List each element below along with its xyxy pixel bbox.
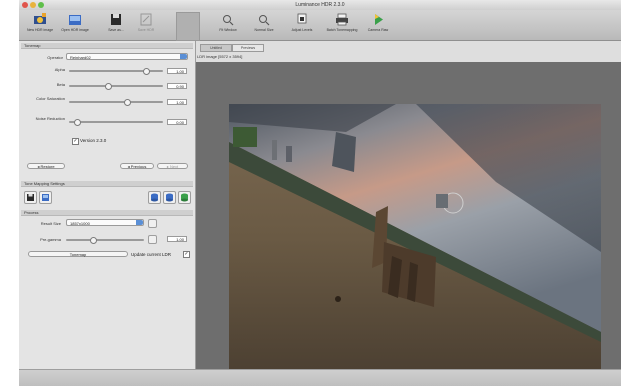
fill-window-button[interactable]	[176, 12, 200, 41]
param-label: Noise Reduction	[35, 116, 65, 121]
new-hdr-icon	[34, 13, 46, 24]
operator-label: Operator	[47, 55, 63, 60]
checkmark-icon: ✓	[184, 251, 189, 257]
save-as-button[interactable]: Save as...	[99, 12, 133, 38]
tonemap-section-header: Tonemap	[21, 43, 193, 49]
close-window-button[interactable]	[22, 2, 28, 8]
load-settings-button[interactable]	[39, 191, 52, 204]
save-icon	[27, 194, 34, 201]
image-area: Untitled Previews LDR image [5572 x 3594…	[196, 41, 621, 373]
chevron-down-icon	[180, 54, 187, 59]
zoom-fit-icon	[223, 15, 234, 26]
pregamma-value-field[interactable]: 1.00	[167, 236, 187, 242]
minimize-window-button[interactable]	[30, 2, 36, 8]
chevron-down-icon	[136, 220, 143, 225]
database-add-icon	[181, 193, 188, 202]
param-slider[interactable]	[69, 98, 163, 106]
riverside-buildings	[436, 194, 448, 208]
fit-window-button[interactable]: Fit Window	[211, 12, 245, 38]
param-slider[interactable]	[69, 118, 163, 126]
image-viewport[interactable]	[196, 62, 621, 373]
tonemap-button[interactable]: Tonemap	[28, 251, 128, 257]
zoom-window-button[interactable]	[38, 2, 44, 8]
levels-icon	[297, 13, 307, 24]
tab-previews[interactable]: Previews	[232, 44, 264, 52]
param-slider-knob[interactable]	[105, 82, 113, 90]
printer-icon	[336, 13, 348, 26]
save-hdr-icon	[140, 13, 152, 26]
save-hdr-button[interactable]: Save HDR	[129, 12, 163, 38]
open-hdr-icon	[69, 15, 81, 25]
operator-select[interactable]: Reinhard02	[66, 53, 188, 60]
param-label: Alpha	[54, 67, 65, 72]
param-slider-knob[interactable]	[143, 67, 151, 75]
param-value-field[interactable]: 0.90	[167, 83, 187, 89]
save-icon	[111, 14, 121, 25]
normal-size-button[interactable]: Normal Size	[247, 12, 281, 38]
version-label: Version 2.3.0	[80, 138, 107, 143]
tab-untitled[interactable]: Untitled	[200, 44, 232, 52]
pregamma-label: Pre-gamma	[40, 237, 61, 242]
adjust-levels-button[interactable]: Adjust Levels	[285, 12, 319, 38]
param-slider-knob[interactable]	[124, 98, 132, 106]
title-bar: Luminance HDR 2.3.0	[19, 0, 621, 10]
result-size-info-button[interactable]	[148, 219, 157, 228]
batch-tonemapping-button[interactable]: Batch Tonemapping	[325, 12, 359, 38]
pregamma-reset-button[interactable]	[148, 235, 157, 244]
trees	[233, 127, 257, 147]
hdr-photo	[229, 104, 601, 373]
database-icon	[151, 193, 158, 202]
new-hdr-button[interactable]: New HDR image	[23, 12, 57, 38]
restore-button[interactable]: ◂ Restore	[27, 163, 65, 169]
checkmark-icon: ✓	[73, 138, 78, 144]
status-bar	[19, 369, 621, 386]
result-size-label: Result Size	[40, 221, 61, 226]
window-title: Luminance HDR 2.3.0	[295, 2, 345, 8]
param-value-field[interactable]: 1.00	[167, 68, 187, 74]
param-slider-knob[interactable]	[73, 118, 81, 126]
zoom-normal-icon	[259, 15, 270, 26]
camera-raw-button[interactable]: Camera Raw	[361, 12, 395, 38]
tall-tower	[332, 132, 356, 172]
update-ldr-checkbox[interactable]: ✓	[183, 251, 190, 258]
app-window: Luminance HDR 2.3.0 New HDR image Open H…	[19, 0, 621, 386]
param-slider[interactable]	[69, 82, 163, 90]
tonemap-panel: Tonemap Operator Reinhard02 Alpha 1.00 Bet…	[19, 41, 196, 369]
tower-small	[272, 140, 277, 160]
next-button[interactable]: ▸ Next	[157, 163, 188, 169]
pregamma-slider-knob[interactable]	[90, 236, 98, 244]
param-label: Color Saturation	[36, 96, 65, 101]
settings-db-button-1[interactable]	[148, 191, 161, 204]
settings-db-button-2[interactable]	[163, 191, 176, 204]
database-icon	[166, 193, 173, 202]
open-icon	[42, 194, 49, 201]
stone	[335, 296, 341, 302]
update-ldr-label: Update current LDR	[131, 252, 172, 257]
toolbar: New HDR image Open HDR image Save as... …	[19, 10, 621, 41]
param-label: Beta	[56, 82, 65, 87]
tm-settings-section-header: Tone Mapping Settings	[21, 181, 193, 187]
param-value-field[interactable]: 1.00	[167, 99, 187, 105]
process-section-header: Process	[21, 210, 193, 216]
settings-db-button-3[interactable]	[178, 191, 191, 204]
result-size-select[interactable]: 1857x1000	[66, 219, 144, 226]
open-hdr-button[interactable]: Open HDR image	[58, 12, 92, 38]
version-checkbox[interactable]: ✓	[72, 138, 79, 145]
param-slider[interactable]	[69, 67, 163, 75]
tower-medium	[286, 146, 292, 162]
previous-button[interactable]: ◂ Previous	[120, 163, 154, 169]
pregamma-slider[interactable]	[66, 236, 144, 244]
param-value-field[interactable]: 0.00	[167, 119, 187, 125]
play-icon	[375, 14, 383, 25]
image-info-label: LDR image [5572 x 3594]	[197, 54, 243, 59]
save-settings-button[interactable]	[24, 191, 37, 204]
